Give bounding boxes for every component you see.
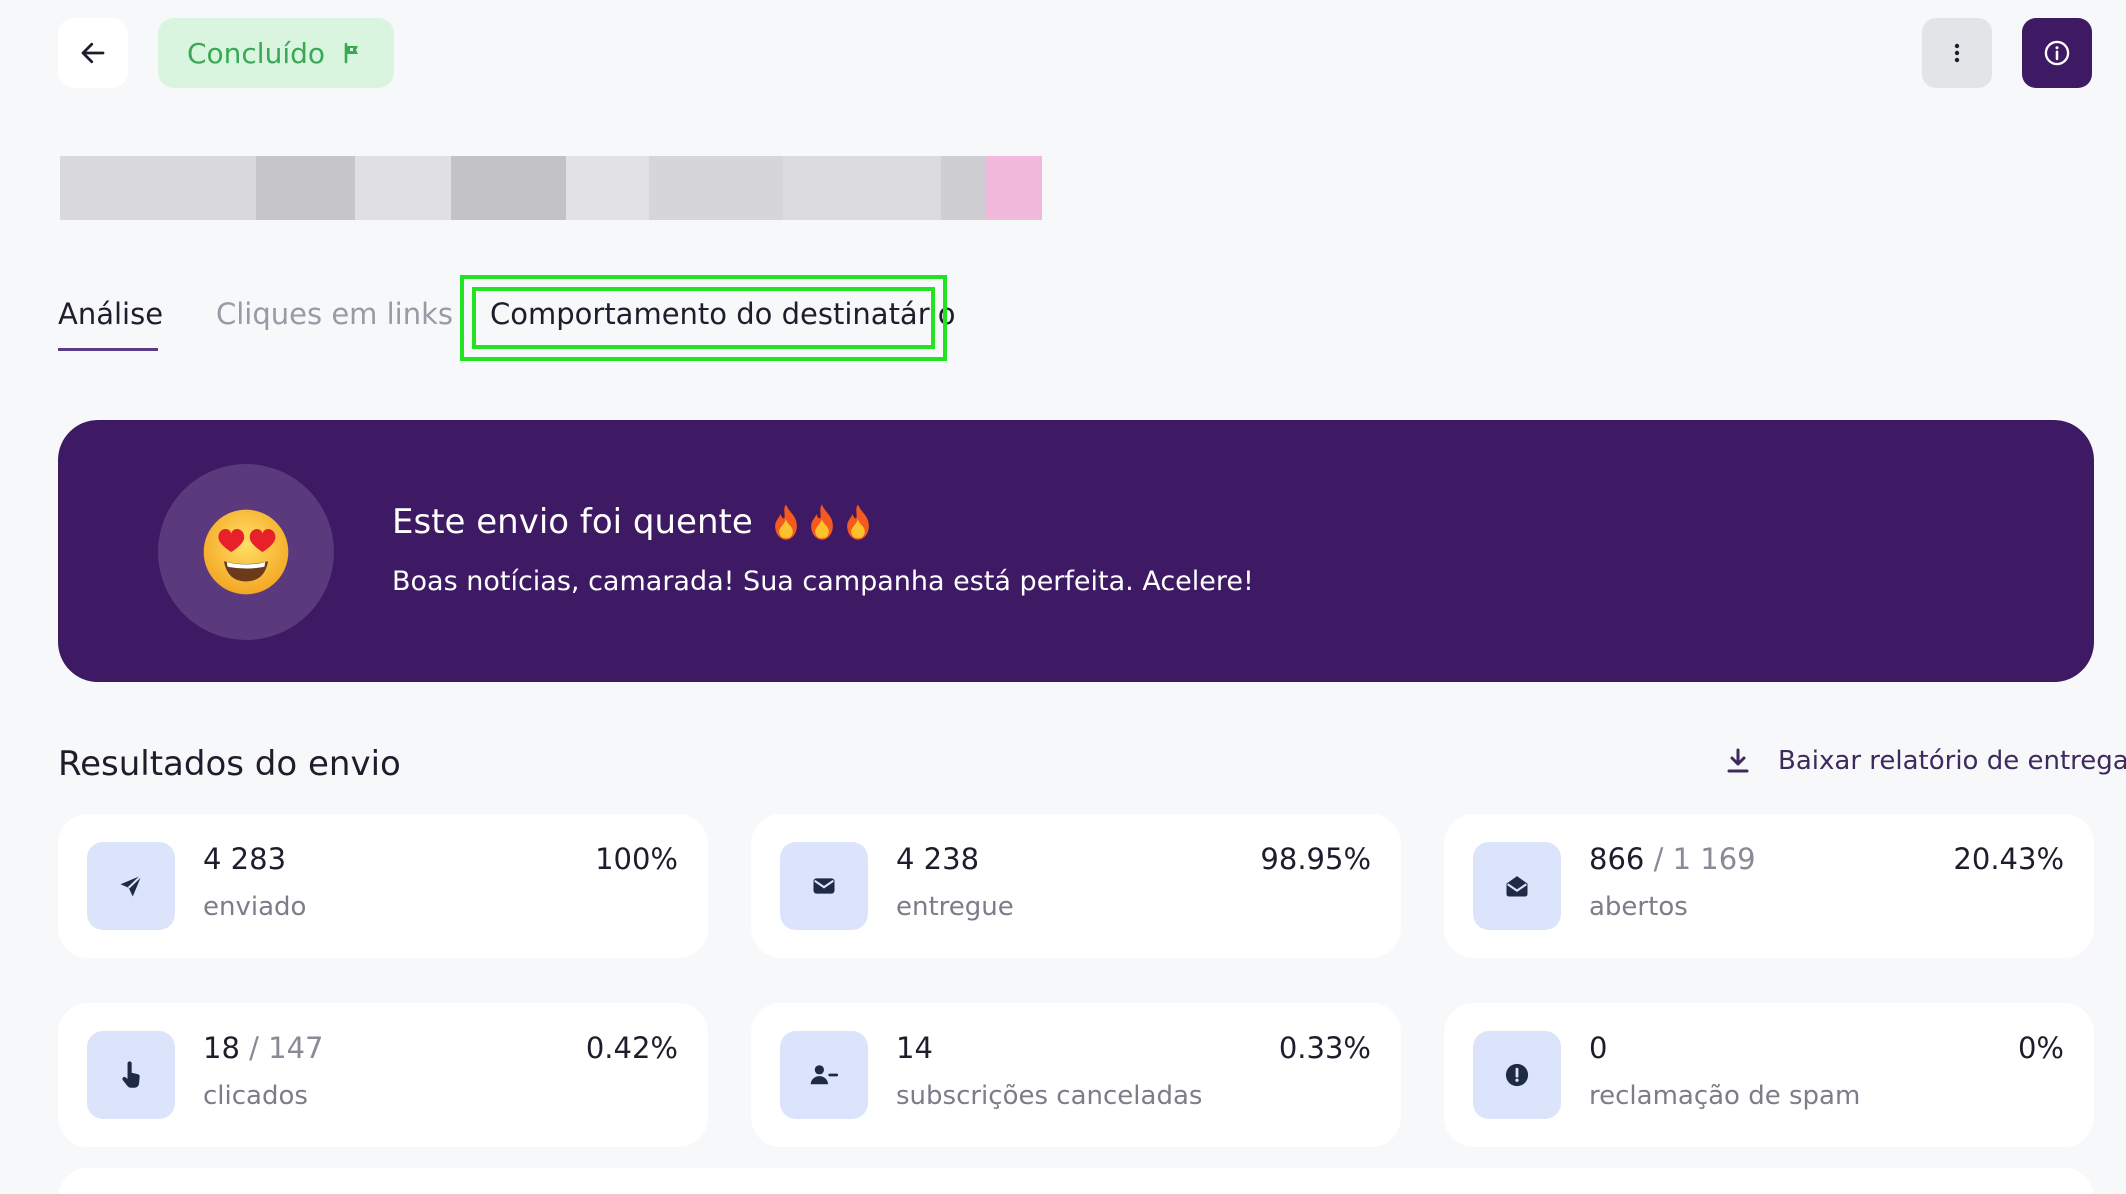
stat-card-subscricoes-canceladas: 14 subscrições canceladas 0.33% bbox=[751, 1003, 1401, 1147]
send-icon bbox=[120, 874, 143, 897]
performance-banner: Este envio foi quente Boas notícias, cam… bbox=[58, 420, 2094, 682]
stat-icon-box bbox=[780, 1031, 868, 1119]
stat-percent: 0.42% bbox=[585, 1031, 678, 1065]
stat-value: 0 bbox=[1589, 1031, 1608, 1065]
stat-card-entregue: 4 238 entregue 98.95% bbox=[751, 814, 1401, 958]
next-section-card bbox=[58, 1168, 2094, 1194]
stat-percent: 20.43% bbox=[1953, 842, 2064, 876]
banner-title: Este envio foi quente bbox=[392, 502, 875, 542]
stat-percent: 100% bbox=[595, 842, 678, 876]
fire-icon bbox=[810, 504, 833, 540]
fire-icons bbox=[769, 503, 875, 541]
stat-label: enviado bbox=[203, 892, 307, 922]
fire-icon bbox=[774, 504, 797, 540]
stat-card-reclamacao-de-spam: 0 reclamação de spam 0% bbox=[1444, 1003, 2094, 1147]
back-button[interactable] bbox=[58, 18, 128, 88]
stat-card-enviado: 4 283 enviado 100% bbox=[58, 814, 708, 958]
stat-value: 866 / 1 169 bbox=[1589, 842, 1756, 876]
status-badge: Concluído bbox=[158, 18, 394, 88]
heart-eyes-emoji-icon bbox=[203, 509, 289, 595]
more-vertical-icon bbox=[1954, 43, 1960, 63]
stat-value: 14 bbox=[896, 1031, 933, 1065]
info-icon bbox=[2044, 40, 2070, 66]
tab-analise[interactable]: Análise bbox=[58, 290, 163, 338]
stat-icon-box bbox=[87, 842, 175, 930]
stat-label: abertos bbox=[1589, 892, 1688, 922]
download-report-link[interactable]: Baixar relatório de entrega bbox=[1726, 746, 2126, 776]
download-report-label: Baixar relatório de entrega bbox=[1778, 746, 2126, 776]
stat-icon-box bbox=[87, 1031, 175, 1119]
stat-label: subscrições canceladas bbox=[896, 1081, 1203, 1111]
envelope-open-icon bbox=[1506, 876, 1528, 897]
user-minus-icon bbox=[810, 1065, 839, 1085]
results-title: Resultados do envio bbox=[58, 744, 401, 784]
emoji-avatar bbox=[158, 464, 334, 640]
pointer-hand-icon bbox=[122, 1061, 140, 1088]
stat-card-abertos: 866 / 1 169 abertos 20.43% bbox=[1444, 814, 2094, 958]
flag-icon bbox=[344, 42, 359, 64]
stat-percent: 98.95% bbox=[1260, 842, 1371, 876]
redacted-campaign-title bbox=[60, 156, 1042, 220]
stat-icon-box bbox=[780, 842, 868, 930]
banner-subtitle: Boas notícias, camarada! Sua campanha es… bbox=[392, 566, 1254, 597]
more-options-button[interactable] bbox=[1922, 18, 1992, 88]
stat-card-clicados: 18 / 147 clicados 0.42% bbox=[58, 1003, 708, 1147]
status-label: Concluído bbox=[186, 36, 326, 70]
stat-icon-box bbox=[1473, 842, 1561, 930]
stat-value: 18 / 147 bbox=[203, 1031, 324, 1065]
stat-label: reclamação de spam bbox=[1589, 1081, 1861, 1111]
arrow-left-icon bbox=[81, 42, 105, 64]
tab-cliques-em-links[interactable]: Cliques em links bbox=[216, 290, 453, 338]
stat-value: 4 238 bbox=[896, 842, 980, 876]
download-icon bbox=[1727, 748, 1749, 773]
stat-total: 1 169 bbox=[1672, 842, 1756, 876]
stat-percent: 0.33% bbox=[1278, 1031, 1371, 1065]
stat-label: clicados bbox=[203, 1081, 308, 1111]
banner-title-text: Este envio foi quente bbox=[392, 502, 753, 542]
info-button[interactable] bbox=[2022, 18, 2092, 88]
stat-icon-box bbox=[1473, 1031, 1561, 1119]
envelope-icon bbox=[813, 878, 835, 894]
stat-value: 4 283 bbox=[203, 842, 287, 876]
stat-total: 147 bbox=[268, 1031, 324, 1065]
active-tab-indicator bbox=[58, 348, 158, 351]
highlight-box-inner bbox=[472, 287, 935, 349]
stat-percent: 0% bbox=[2017, 1031, 2064, 1065]
fire-icon bbox=[846, 504, 869, 540]
campaign-report-page: Concluído Análise Cliques em links Compo… bbox=[0, 0, 2126, 1194]
stat-label: entregue bbox=[896, 892, 1014, 922]
alert-circle-icon bbox=[1505, 1063, 1529, 1087]
